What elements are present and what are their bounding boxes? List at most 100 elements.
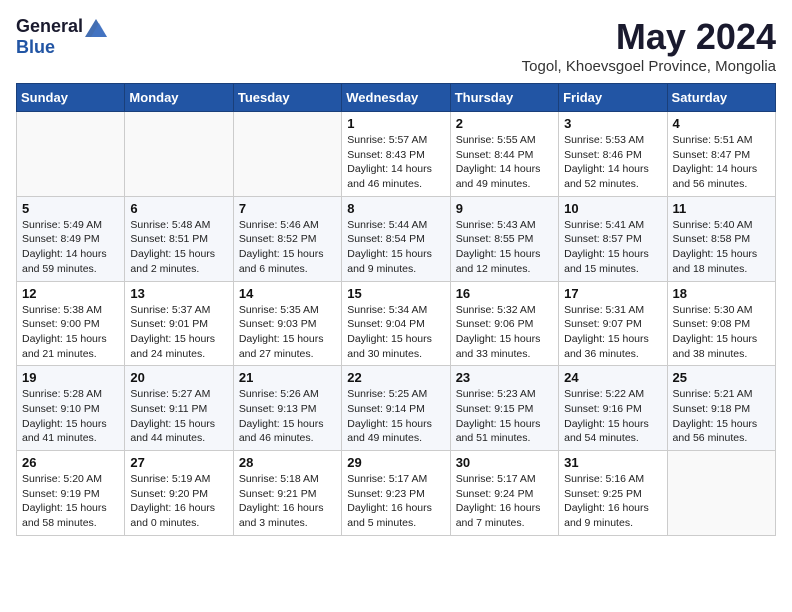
- day-info: Sunrise: 5:57 AMSunset: 8:43 PMDaylight:…: [347, 133, 444, 192]
- day-info: Sunrise: 5:40 AMSunset: 8:58 PMDaylight:…: [673, 218, 770, 277]
- day-number: 30: [456, 455, 553, 470]
- day-info: Sunrise: 5:16 AMSunset: 9:25 PMDaylight:…: [564, 472, 661, 531]
- day-number: 12: [22, 286, 119, 301]
- day-number: 23: [456, 370, 553, 385]
- calendar-cell: 28 Sunrise: 5:18 AMSunset: 9:21 PMDayligh…: [233, 451, 341, 536]
- day-number: 25: [673, 370, 770, 385]
- day-info: Sunrise: 5:31 AMSunset: 9:07 PMDaylight:…: [564, 303, 661, 362]
- day-info: Sunrise: 5:44 AMSunset: 8:54 PMDaylight:…: [347, 218, 444, 277]
- day-number: 13: [130, 286, 227, 301]
- day-number: 2: [456, 116, 553, 131]
- day-info: Sunrise: 5:20 AMSunset: 9:19 PMDaylight:…: [22, 472, 119, 531]
- day-info: Sunrise: 5:41 AMSunset: 8:57 PMDaylight:…: [564, 218, 661, 277]
- calendar-cell: [667, 451, 775, 536]
- weekday-header: Thursday: [450, 84, 558, 112]
- day-info: Sunrise: 5:43 AMSunset: 8:55 PMDaylight:…: [456, 218, 553, 277]
- calendar-cell: 12 Sunrise: 5:38 AMSunset: 9:00 PMDayligh…: [17, 281, 125, 366]
- logo-blue-text: Blue: [16, 37, 55, 57]
- calendar-week-row: 1Sunrise: 5:57 AMSunset: 8:43 PMDaylight…: [17, 112, 776, 197]
- calendar-cell: [17, 112, 125, 197]
- day-number: 11: [673, 201, 770, 216]
- day-number: 16: [456, 286, 553, 301]
- calendar-cell: 17Sunrise: 5:31 AMSunset: 9:07 PMDayligh…: [559, 281, 667, 366]
- day-info: Sunrise: 5:23 AMSunset: 9:15 PMDaylight:…: [456, 387, 553, 446]
- day-info: Sunrise: 5:27 AMSunset: 9:11 PMDaylight:…: [130, 387, 227, 446]
- day-number: 28: [239, 455, 336, 470]
- day-number: 24: [564, 370, 661, 385]
- calendar-cell: 16 Sunrise: 5:32 AMSunset: 9:06 PMDayligh…: [450, 281, 558, 366]
- day-info: Sunrise: 5:19 AMSunset: 9:20 PMDaylight:…: [130, 472, 227, 531]
- calendar-cell: [233, 112, 341, 197]
- day-info: Sunrise: 5:26 AMSunset: 9:13 PMDaylight:…: [239, 387, 336, 446]
- day-info: Sunrise: 5:30 AMSunset: 9:08 PMDaylight:…: [673, 303, 770, 362]
- weekday-header: Monday: [125, 84, 233, 112]
- day-info: Sunrise: 5:28 AMSunset: 9:10 PMDaylight:…: [22, 387, 119, 446]
- day-info: Sunrise: 5:53 AMSunset: 8:46 PMDaylight:…: [564, 133, 661, 192]
- calendar-cell: 29 Sunrise: 5:17 AMSunset: 9:23 PMDayligh…: [342, 451, 450, 536]
- day-info: Sunrise: 5:34 AMSunset: 9:04 PMDaylight:…: [347, 303, 444, 362]
- calendar-header-row: SundayMondayTuesdayWednesdayThursdayFrid…: [17, 84, 776, 112]
- calendar-week-row: 5 Sunrise: 5:49 AMSunset: 8:49 PMDaylight…: [17, 196, 776, 281]
- day-info: Sunrise: 5:18 AMSunset: 9:21 PMDaylight:…: [239, 472, 336, 531]
- calendar-table: SundayMondayTuesdayWednesdayThursdayFrid…: [16, 83, 776, 536]
- calendar-cell: 24 Sunrise: 5:22 AMSunset: 9:16 PMDayligh…: [559, 366, 667, 451]
- calendar-cell: 30 Sunrise: 5:17 AMSunset: 9:24 PMDayligh…: [450, 451, 558, 536]
- day-number: 5: [22, 201, 119, 216]
- day-number: 4: [673, 116, 770, 131]
- day-number: 3: [564, 116, 661, 131]
- calendar-cell: 13 Sunrise: 5:37 AMSunset: 9:01 PMDayligh…: [125, 281, 233, 366]
- calendar-cell: 19Sunrise: 5:28 AMSunset: 9:10 PMDayligh…: [17, 366, 125, 451]
- weekday-header: Friday: [559, 84, 667, 112]
- day-info: Sunrise: 5:55 AMSunset: 8:44 PMDaylight:…: [456, 133, 553, 192]
- calendar-cell: 2 Sunrise: 5:55 AMSunset: 8:44 PMDaylight…: [450, 112, 558, 197]
- day-info: Sunrise: 5:22 AMSunset: 9:16 PMDaylight:…: [564, 387, 661, 446]
- day-info: Sunrise: 5:17 AMSunset: 9:24 PMDaylight:…: [456, 472, 553, 531]
- day-number: 27: [130, 455, 227, 470]
- day-number: 8: [347, 201, 444, 216]
- day-number: 14: [239, 286, 336, 301]
- calendar-cell: 21 Sunrise: 5:26 AMSunset: 9:13 PMDayligh…: [233, 366, 341, 451]
- calendar-cell: 5 Sunrise: 5:49 AMSunset: 8:49 PMDaylight…: [17, 196, 125, 281]
- calendar-cell: 11 Sunrise: 5:40 AMSunset: 8:58 PMDayligh…: [667, 196, 775, 281]
- day-info: Sunrise: 5:51 AMSunset: 8:47 PMDaylight:…: [673, 133, 770, 192]
- location-subtitle: Togol, Khoevsgoel Province, Mongolia: [522, 58, 776, 75]
- day-info: Sunrise: 5:32 AMSunset: 9:06 PMDaylight:…: [456, 303, 553, 362]
- calendar-cell: [125, 112, 233, 197]
- logo-general-text: General: [16, 16, 83, 37]
- calendar-cell: 1Sunrise: 5:57 AMSunset: 8:43 PMDaylight…: [342, 112, 450, 197]
- weekday-header: Saturday: [667, 84, 775, 112]
- calendar-cell: 23 Sunrise: 5:23 AMSunset: 9:15 PMDayligh…: [450, 366, 558, 451]
- calendar-week-row: 26Sunrise: 5:20 AMSunset: 9:19 PMDayligh…: [17, 451, 776, 536]
- calendar-cell: 22 Sunrise: 5:25 AMSunset: 9:14 PMDayligh…: [342, 366, 450, 451]
- calendar-cell: 31 Sunrise: 5:16 AMSunset: 9:25 PMDayligh…: [559, 451, 667, 536]
- calendar-cell: 14Sunrise: 5:35 AMSunset: 9:03 PMDayligh…: [233, 281, 341, 366]
- calendar-cell: 15Sunrise: 5:34 AMSunset: 9:04 PMDayligh…: [342, 281, 450, 366]
- calendar-cell: 25 Sunrise: 5:21 AMSunset: 9:18 PMDayligh…: [667, 366, 775, 451]
- day-number: 22: [347, 370, 444, 385]
- day-info: Sunrise: 5:17 AMSunset: 9:23 PMDaylight:…: [347, 472, 444, 531]
- day-info: Sunrise: 5:38 AMSunset: 9:00 PMDaylight:…: [22, 303, 119, 362]
- day-number: 29: [347, 455, 444, 470]
- month-title: May 2024: [522, 16, 776, 58]
- calendar-cell: 9Sunrise: 5:43 AMSunset: 8:55 PMDaylight…: [450, 196, 558, 281]
- day-info: Sunrise: 5:25 AMSunset: 9:14 PMDaylight:…: [347, 387, 444, 446]
- day-info: Sunrise: 5:48 AMSunset: 8:51 PMDaylight:…: [130, 218, 227, 277]
- calendar-cell: 10Sunrise: 5:41 AMSunset: 8:57 PMDayligh…: [559, 196, 667, 281]
- day-number: 21: [239, 370, 336, 385]
- calendar-cell: 6Sunrise: 5:48 AMSunset: 8:51 PMDaylight…: [125, 196, 233, 281]
- day-number: 20: [130, 370, 227, 385]
- weekday-header: Wednesday: [342, 84, 450, 112]
- calendar-cell: 7Sunrise: 5:46 AMSunset: 8:52 PMDaylight…: [233, 196, 341, 281]
- calendar-week-row: 12 Sunrise: 5:38 AMSunset: 9:00 PMDayligh…: [17, 281, 776, 366]
- logo: General Blue: [16, 16, 107, 58]
- day-number: 31: [564, 455, 661, 470]
- title-block: May 2024 Togol, Khoevsgoel Province, Mon…: [522, 16, 776, 75]
- calendar-cell: 8 Sunrise: 5:44 AMSunset: 8:54 PMDaylight…: [342, 196, 450, 281]
- day-info: Sunrise: 5:37 AMSunset: 9:01 PMDaylight:…: [130, 303, 227, 362]
- calendar-cell: 20 Sunrise: 5:27 AMSunset: 9:11 PMDayligh…: [125, 366, 233, 451]
- calendar-cell: 18Sunrise: 5:30 AMSunset: 9:08 PMDayligh…: [667, 281, 775, 366]
- day-info: Sunrise: 5:49 AMSunset: 8:49 PMDaylight:…: [22, 218, 119, 277]
- weekday-header: Tuesday: [233, 84, 341, 112]
- calendar-week-row: 19Sunrise: 5:28 AMSunset: 9:10 PMDayligh…: [17, 366, 776, 451]
- day-info: Sunrise: 5:21 AMSunset: 9:18 PMDaylight:…: [673, 387, 770, 446]
